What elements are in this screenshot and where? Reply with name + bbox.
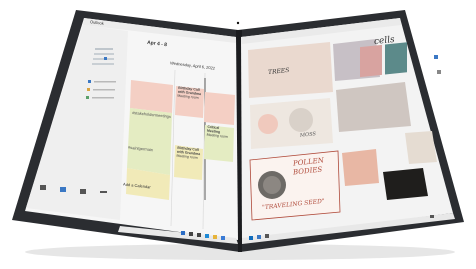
- foldable-laptop: [12, 10, 464, 260]
- journal-card-fire[interactable]: [383, 168, 428, 200]
- event-birthday-1[interactable]: Birthday Call with Grandma Meeting room: [175, 85, 206, 116]
- event-critical[interactable]: Critical Meeting Meeting room: [203, 124, 234, 159]
- photo-thumbnail: [385, 42, 407, 75]
- pollen-image: [263, 176, 281, 194]
- journal-card-orange[interactable]: [342, 149, 379, 186]
- photo-thumbnail: [360, 44, 382, 78]
- journal-toolbar[interactable]: [434, 55, 441, 74]
- store-icon: [221, 236, 225, 240]
- sketch-circle: [258, 114, 278, 134]
- journal-card-moth[interactable]: [405, 131, 437, 164]
- journal-card-trees[interactable]: [248, 42, 333, 98]
- calendar-icon: [257, 235, 261, 239]
- event-block[interactable]: [204, 92, 235, 125]
- search-icon: [189, 232, 193, 236]
- journal-card-photos[interactable]: [336, 82, 411, 132]
- event-birthday-2[interactable]: Birthday Call with Grandma Meeting room: [174, 145, 205, 178]
- folder-icon: [213, 235, 217, 239]
- event-block[interactable]: [130, 80, 173, 113]
- taskview-icon: [197, 233, 201, 237]
- settings-icon: [265, 234, 269, 238]
- sketch-circle: [289, 108, 313, 132]
- edge-icon: [205, 234, 209, 238]
- wifi-icon: [430, 215, 434, 218]
- mail-icon: [249, 236, 253, 240]
- start-icon: [181, 231, 185, 235]
- camera: [236, 21, 240, 25]
